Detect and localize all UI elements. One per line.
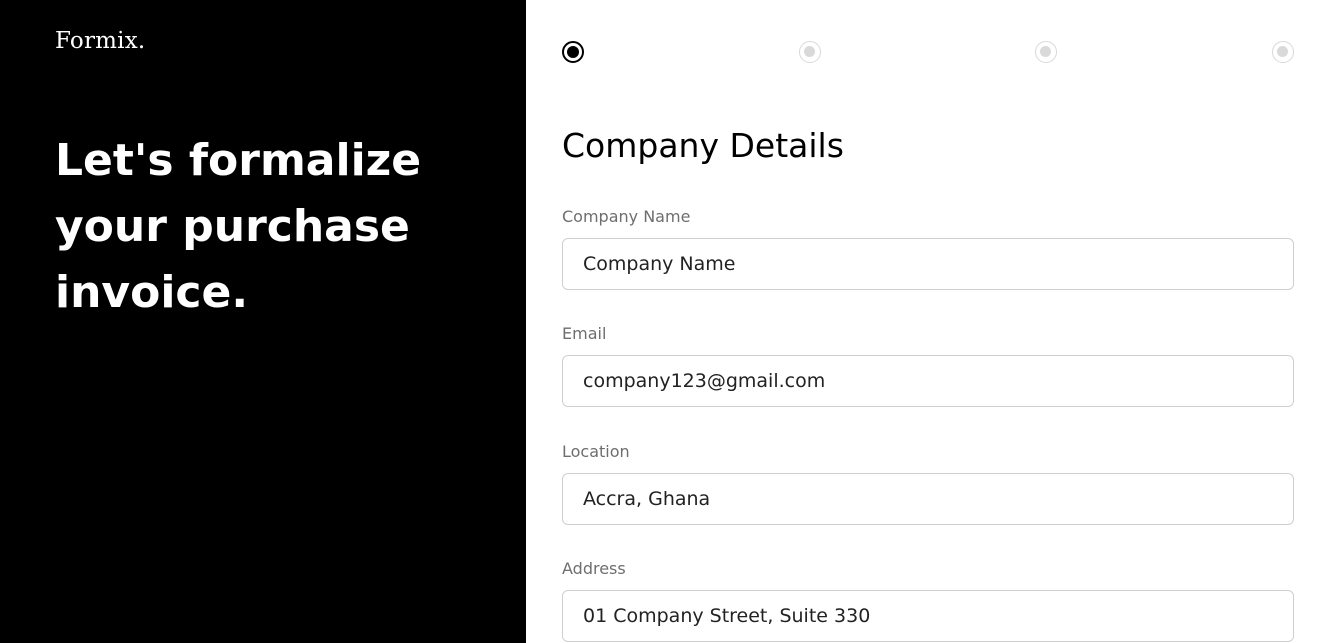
address-field: Address (562, 559, 1294, 642)
page: Formix. Let's formalize your purchase in… (0, 0, 1341, 643)
hero-headline: Let's formalize your purchase invoice. (55, 135, 422, 318)
email-field: Email (562, 324, 1294, 407)
company-name-field: Company Name (562, 207, 1294, 290)
form-panel: Company Details Company Name Email Locat… (526, 0, 1341, 643)
brand-panel: Formix. Let's formalize your purchase in… (0, 0, 526, 643)
step-3-indicator[interactable] (1035, 41, 1057, 63)
location-label: Location (562, 442, 630, 461)
email-label: Email (562, 324, 607, 343)
form-title: Company Details (562, 126, 844, 165)
step-4-indicator[interactable] (1272, 41, 1294, 63)
address-input[interactable] (562, 590, 1294, 642)
location-field: Location (562, 442, 1294, 525)
company-name-input[interactable] (562, 238, 1294, 290)
step-2-indicator[interactable] (799, 41, 821, 63)
address-label: Address (562, 559, 626, 578)
step-1-indicator[interactable] (562, 41, 584, 63)
company-name-label: Company Name (562, 207, 691, 226)
location-input[interactable] (562, 473, 1294, 525)
progress-stepper (562, 41, 1295, 63)
email-input[interactable] (562, 355, 1294, 407)
logo: Formix. (55, 28, 146, 54)
